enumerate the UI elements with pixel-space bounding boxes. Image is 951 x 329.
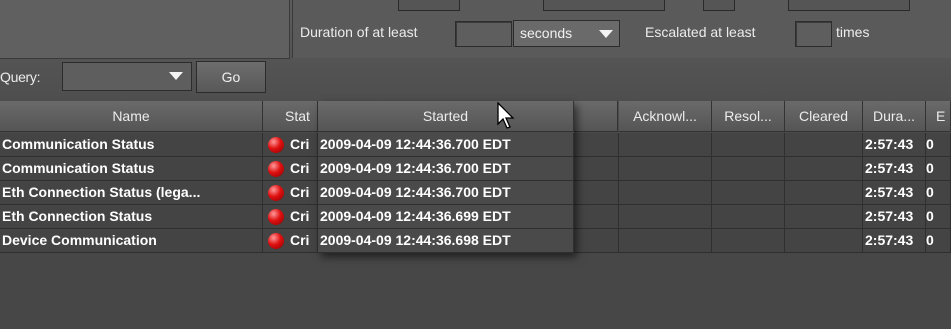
column-header-started[interactable]: Started [318,101,574,132]
row-started: 2009-04-09 12:44:36.699 EDT [318,205,574,229]
row-name: Communication Status [0,157,263,181]
row-extra: 0 [926,205,951,229]
row-name: Communication Status [0,133,263,157]
chevron-down-icon [599,30,613,38]
column-header-resolved[interactable]: Resol... [712,101,785,132]
row-duration: 2:57:43 [863,205,926,229]
row-cleared [785,229,863,253]
row-resolved [712,181,785,205]
row-name: Eth Connection Status (lega... [0,181,263,205]
column-header-status[interactable]: Stat [263,101,318,132]
mouse-pointer-icon [497,102,515,129]
dragged-started-column[interactable]: Started 2009-04-09 12:44:36.700 EDT 2009… [318,101,574,253]
critical-status-icon [268,209,284,225]
critical-status-icon [268,161,284,177]
go-button[interactable]: Go [196,61,266,93]
row-duration: 2:57:43 [863,157,926,181]
row-acknowledged [619,157,712,181]
row-started: 2009-04-09 12:44:36.700 EDT [318,181,574,205]
column-header-cleared[interactable]: Cleared [785,101,863,132]
row-name: Eth Connection Status [0,205,263,229]
row-extra: 0 [926,181,951,205]
row-started: 2009-04-09 12:44:36.700 EDT [318,133,574,157]
duration-unit-value: seconds [520,25,573,41]
critical-status-icon [268,137,284,153]
row-duration: 2:57:43 [863,229,926,253]
started-column-cells: 2009-04-09 12:44:36.700 EDT 2009-04-09 1… [318,133,574,253]
times-label: times [836,24,870,40]
top-field-stub[interactable] [788,0,910,11]
row-acknowledged [619,205,712,229]
row-acknowledged [619,181,712,205]
row-duration: 2:57:43 [863,181,926,205]
escalated-input[interactable] [795,21,832,47]
row-resolved [712,157,785,181]
row-started: 2009-04-09 12:44:36.698 EDT [318,229,574,253]
row-started: 2009-04-09 12:44:36.700 EDT [318,157,574,181]
row-status: Cri [263,157,318,181]
row-cleared [785,133,863,157]
row-cleared [785,181,863,205]
table-empty-area [0,253,951,329]
row-duration: 2:57:43 [863,133,926,157]
top-field-stub[interactable] [703,0,735,11]
filter-left-pane [0,0,290,59]
alarm-history-panel: Duration of at least seconds Escalated a… [0,0,951,329]
critical-status-icon [268,233,284,249]
duration-input[interactable] [455,21,512,47]
row-resolved [712,133,785,157]
row-status: Cri [263,181,318,205]
duration-unit-select[interactable]: seconds [513,20,620,47]
row-extra: 0 [926,157,951,181]
critical-status-icon [268,185,284,201]
row-cleared [785,205,863,229]
row-resolved [712,229,785,253]
row-status: Cri [263,205,318,229]
escalated-label: Escalated at least [645,24,756,40]
row-resolved [712,205,785,229]
column-header-acknowledged[interactable]: Acknowl... [619,101,712,132]
query-label: Query: [0,69,41,85]
query-select[interactable] [62,62,192,91]
row-name: Device Communication [0,229,263,253]
row-status: Cri [263,133,318,157]
top-field-stub[interactable] [543,0,665,11]
row-extra: 0 [926,133,951,157]
chevron-down-icon [169,72,183,80]
column-header-duration[interactable]: Dura... [863,101,926,132]
row-cleared [785,157,863,181]
row-status: Cri [263,229,318,253]
column-header-extra[interactable]: E [926,101,951,132]
row-extra: 0 [926,229,951,253]
row-acknowledged [619,133,712,157]
top-field-stub[interactable] [398,0,460,11]
duration-label: Duration of at least [300,24,418,40]
row-acknowledged [619,229,712,253]
column-header-name[interactable]: Name [0,101,263,132]
